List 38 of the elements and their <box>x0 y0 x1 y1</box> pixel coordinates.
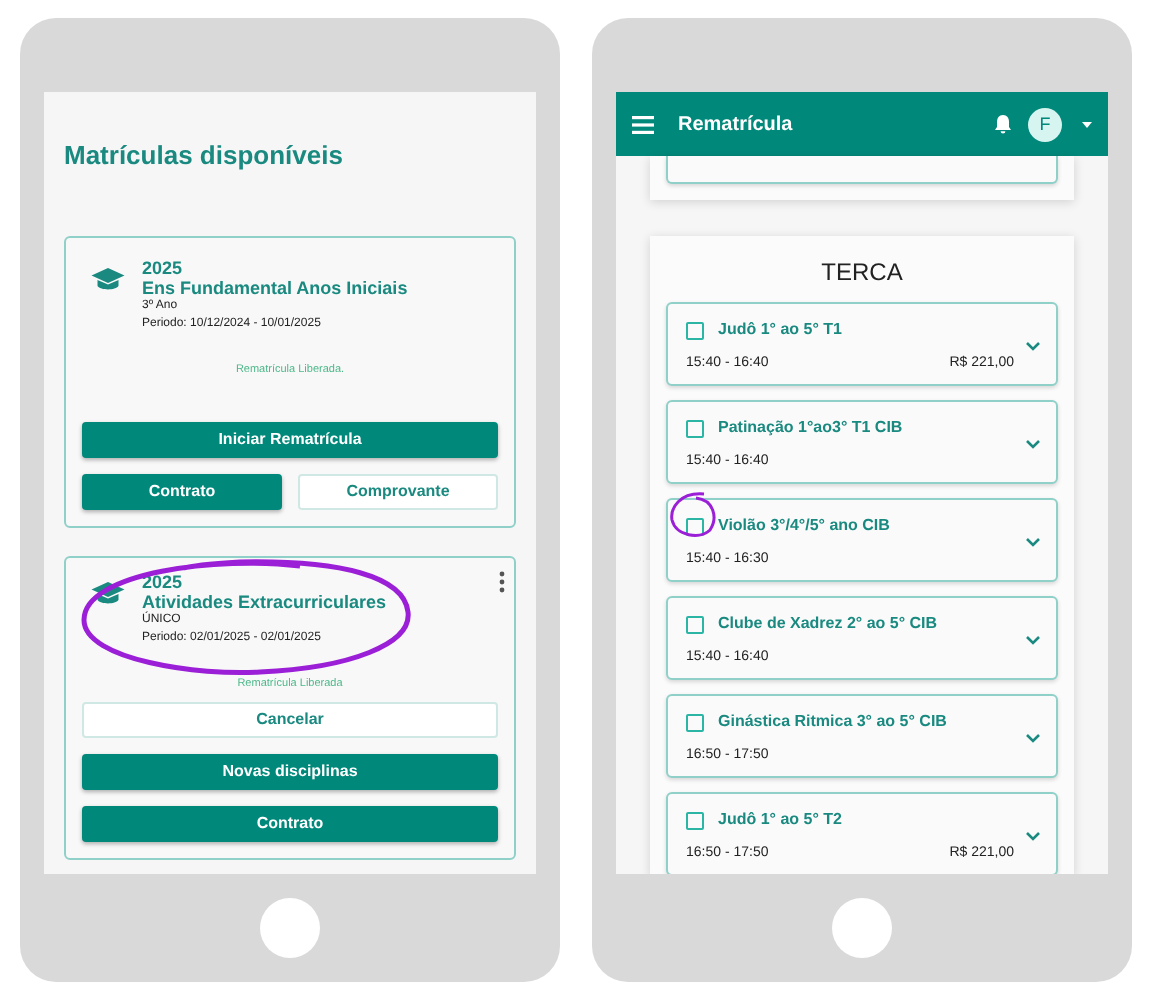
checkbox[interactable] <box>686 322 704 340</box>
graduation-cap-icon <box>90 265 126 293</box>
menu-icon[interactable] <box>632 115 654 133</box>
action-button[interactable]: Novas disciplinas <box>82 754 498 790</box>
course-title: Ens Fundamental Anos Iniciais <box>142 277 408 297</box>
chevron-down-icon[interactable] <box>1026 832 1040 842</box>
year-text: 2025 <box>142 571 185 592</box>
action-button[interactable]: Iniciar Rematrícula <box>82 421 498 458</box>
chevron-down-icon[interactable] <box>1026 636 1040 646</box>
activity-name: Patinação 1°ao3° T1 CIB <box>718 416 905 440</box>
avatar[interactable]: F <box>1028 107 1062 141</box>
day-heading: TERCA <box>819 256 905 290</box>
chevron-down-icon[interactable] <box>1026 342 1040 352</box>
checkbox[interactable] <box>686 420 704 438</box>
checkbox[interactable] <box>686 714 704 732</box>
year-text: 2025 <box>142 257 185 277</box>
chevron-down-icon[interactable] <box>1026 440 1040 450</box>
action-button[interactable]: Cancelar <box>82 702 498 738</box>
activity-name: Violão 3°/4°/5° ano CIB <box>718 514 892 538</box>
more-menu-icon[interactable] <box>498 569 506 594</box>
page-title: Matrículas disponíveis <box>64 138 345 174</box>
activity-name: Judô 1° ao 5° T1 <box>718 318 844 342</box>
checkbox[interactable] <box>686 616 704 634</box>
app-title: Rematrícula <box>678 111 795 139</box>
caret-icon[interactable] <box>1082 121 1092 127</box>
chevron-down-icon[interactable] <box>1026 734 1040 744</box>
course-title: Atividades Extracurriculares <box>142 591 387 612</box>
action-button[interactable]: Contrato <box>82 806 498 842</box>
chevron-down-icon[interactable] <box>1026 538 1040 548</box>
checkbox[interactable] <box>686 812 704 830</box>
graduation-cap-icon <box>90 579 126 608</box>
checkbox[interactable] <box>686 518 704 536</box>
notification-bell-icon[interactable] <box>994 114 1012 134</box>
action-button[interactable]: Comprovante <box>298 473 498 510</box>
activity-name: Clube de Xadrez 2° ao 5° CIB <box>718 612 940 636</box>
action-button[interactable]: Contrato <box>82 473 282 510</box>
activity-name: Ginástica Ritmica 3° ao 5° CIB <box>718 710 949 734</box>
activity-name: Judô 1° ao 5° T2 <box>718 808 844 832</box>
